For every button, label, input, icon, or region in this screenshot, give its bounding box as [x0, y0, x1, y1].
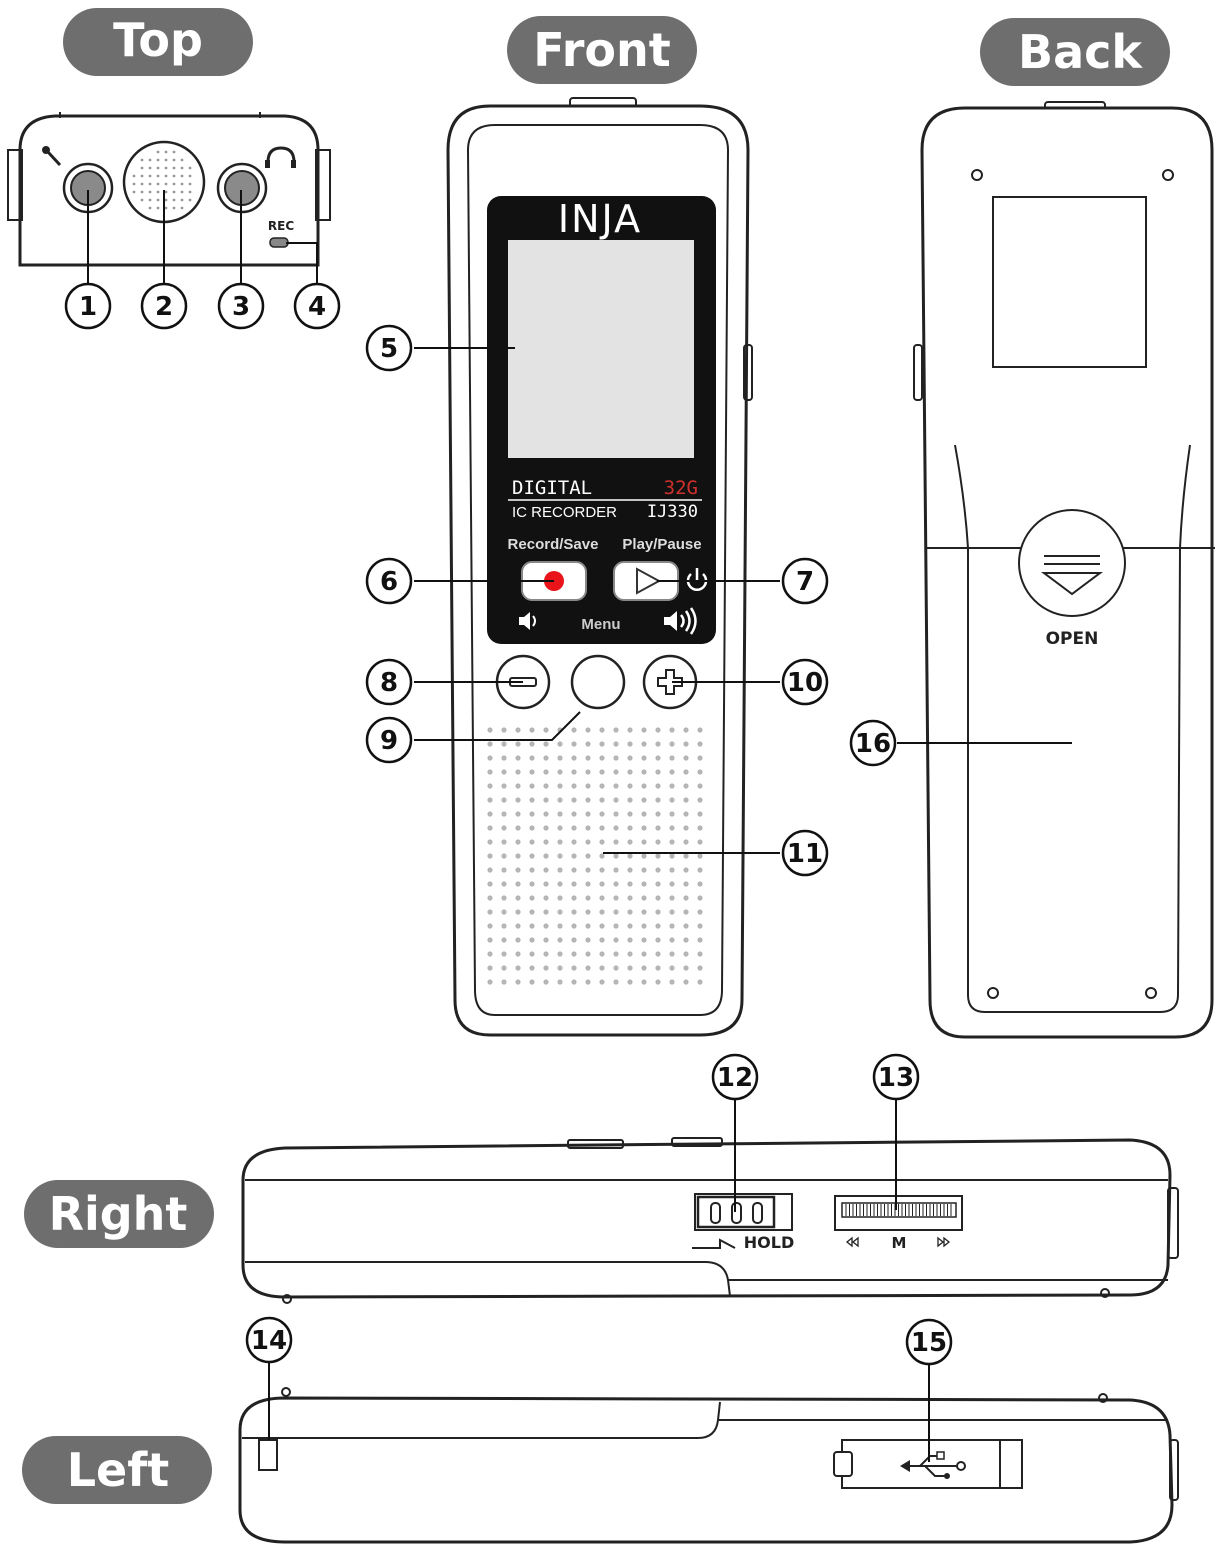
jog-wheel-label: M: [892, 1234, 907, 1252]
svg-text:5: 5: [380, 334, 398, 364]
right-side-view: HOLD M: [241, 1137, 1179, 1304]
callout-4: 4: [293, 282, 341, 330]
callout-11: 11: [781, 829, 829, 877]
callout-2: 2: [140, 282, 188, 330]
hold-switch[interactable]: [694, 1193, 793, 1231]
svg-text:16: 16: [855, 729, 891, 759]
callout-8: 8: [365, 658, 413, 706]
menu-label: Menu: [581, 616, 620, 633]
open-label: OPEN: [1046, 629, 1099, 649]
callout-15: 15: [905, 1318, 953, 1366]
play-pause-label: Play/Pause: [622, 536, 701, 553]
svg-text:Right: Right: [49, 1187, 188, 1241]
back-view: OPEN: [913, 101, 1215, 1039]
callout-12: 12: [711, 1053, 759, 1101]
record-save-label: Record/Save: [508, 536, 599, 553]
svg-text:Front: Front: [533, 23, 671, 77]
svg-text:Back: Back: [1018, 25, 1143, 79]
callout-14: 14: [245, 1316, 293, 1364]
svg-text:12: 12: [717, 1063, 753, 1093]
svg-text:8: 8: [380, 668, 398, 698]
svg-text:Top: Top: [113, 13, 203, 67]
callout-9: 9: [365, 716, 413, 764]
view-label-back: Back: [980, 18, 1170, 86]
svg-text:13: 13: [878, 1063, 914, 1093]
jog-wheel[interactable]: [834, 1195, 963, 1231]
digital-label: DIGITAL: [512, 477, 592, 499]
view-label-left: Left: [22, 1436, 212, 1504]
callout-13: 13: [872, 1053, 920, 1101]
callout-7: 7: [781, 557, 829, 605]
callout-5: 5: [365, 324, 413, 372]
menu-button[interactable]: [570, 654, 626, 710]
hold-label: HOLD: [744, 1233, 794, 1252]
lcd-screen: [508, 240, 694, 458]
svg-text:3: 3: [232, 292, 250, 322]
diagram-canvas: Top Front Back Right Left REC INJA DIGIT…: [7, 8, 1215, 1544]
rec-led-label: REC: [268, 219, 294, 233]
svg-text:11: 11: [787, 839, 823, 869]
svg-text:Left: Left: [67, 1443, 170, 1497]
svg-text:10: 10: [787, 668, 823, 698]
svg-text:7: 7: [796, 567, 814, 597]
model-label: IJ330: [647, 502, 698, 522]
back-label-area: [992, 196, 1147, 368]
callout-3: 3: [217, 282, 265, 330]
left-side-view: [238, 1387, 1179, 1544]
svg-text:6: 6: [380, 567, 398, 597]
callout-6: 6: [365, 557, 413, 605]
svg-text:4: 4: [308, 292, 326, 322]
brand-logo: INJA: [558, 197, 642, 241]
capacity-label: 32G: [664, 477, 698, 499]
ic-recorder-label: IC RECORDER: [512, 504, 617, 521]
top-view: REC: [7, 112, 331, 267]
view-label-right: Right: [24, 1180, 214, 1248]
view-label-front: Front: [507, 16, 697, 84]
battery-cover-latch[interactable]: [1018, 509, 1126, 617]
callout-16: 16: [849, 719, 897, 767]
view-label-top: Top: [63, 8, 253, 76]
callout-1: 1: [64, 282, 112, 330]
front-view: INJA DIGITAL 32G IC RECORDER IJ330 Recor…: [446, 97, 753, 1037]
svg-text:15: 15: [911, 1328, 947, 1358]
rec-led-indicator: [269, 237, 289, 248]
lanyard-hole: [258, 1439, 278, 1471]
svg-text:1: 1: [79, 292, 97, 322]
svg-text:14: 14: [251, 1326, 287, 1356]
svg-text:2: 2: [155, 292, 173, 322]
callout-10: 10: [781, 658, 829, 706]
svg-text:9: 9: [380, 726, 398, 756]
